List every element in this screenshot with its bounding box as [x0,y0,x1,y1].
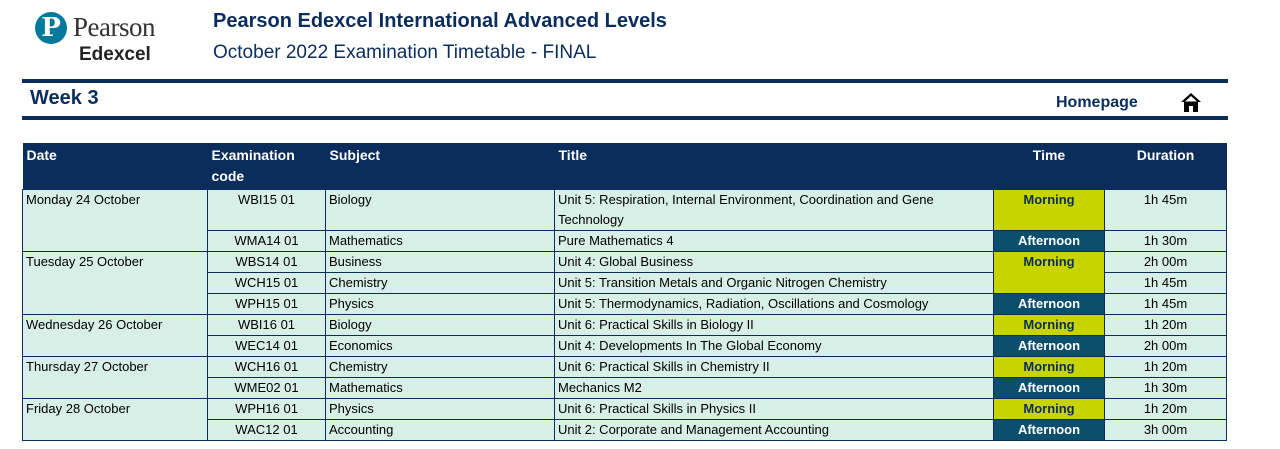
subject-cell: Chemistry [325,356,555,378]
time-cell-morning: Morning [993,356,1105,378]
subject-cell: Biology [325,189,555,231]
title-cell: Unit 2: Corporate and Management Account… [554,419,994,441]
date-cell: Thursday 27 October [22,356,208,399]
exam-code-cell: WME02 01 [207,377,326,399]
time-cell-afternoon: Afternoon [993,335,1105,357]
subject-cell: Mathematics [325,230,555,252]
col-header-time: Time [993,143,1105,190]
exam-code-cell: WBI15 01 [207,189,326,231]
time-cell-afternoon: Afternoon [993,293,1105,315]
col-header-title: Title [554,143,994,190]
date-cell: Friday 28 October [22,398,208,441]
time-cell-morning: Morning [993,189,1105,231]
table-row: Wednesday 26 October WBI16 01 Biology Un… [22,314,1227,357]
duration-cell: 1h 20m [1104,314,1227,336]
col-header-subject: Subject [325,143,555,190]
header-divider-top [22,79,1228,83]
duration-cell: 2h 00m [1104,251,1227,273]
duration-cell: 1h 20m [1104,356,1227,378]
logo-wordmark-edexcel: Edexcel [79,44,151,65]
subject-cell: Biology [325,314,555,336]
subject-cell: Economics [325,335,555,357]
pearson-logo-mark: P [35,12,67,44]
header-divider-bottom [22,116,1228,120]
pearson-edexcel-logo: P Pearson Edexcel [35,8,175,68]
title-cell: Unit 5: Respiration, Internal Environmen… [554,189,994,231]
duration-cell: 2h 00m [1104,335,1227,357]
time-cell-morning: Morning [993,314,1105,336]
table-row: Thursday 27 October WCH16 01 Chemistry U… [22,356,1227,399]
title-cell: Unit 6: Practical Skills in Biology II [554,314,994,336]
exam-code-cell: WAC12 01 [207,419,326,441]
week-heading: Week 3 [30,87,99,109]
duration-cell: 1h 45m [1104,272,1227,294]
exam-code-cell: WCH16 01 [207,356,326,378]
time-cell-morning: Morning [993,251,1105,294]
title-cell: Unit 4: Developments In The Global Econo… [554,335,994,357]
subject-cell: Mathematics [325,377,555,399]
subject-cell: Physics [325,293,555,315]
duration-cell: 1h 30m [1104,230,1227,252]
title-cell: Mechanics M2 [554,377,994,399]
duration-cell: 1h 30m [1104,377,1227,399]
title-cell: Unit 6: Practical Skills in Physics II [554,398,994,420]
date-cell: Monday 24 October [22,189,208,252]
exam-code-cell: WPH16 01 [207,398,326,420]
col-header-duration: Duration [1104,143,1227,190]
date-cell: Wednesday 26 October [22,314,208,357]
col-header-exam-code: Examination code [207,143,326,190]
duration-cell: 3h 00m [1104,419,1227,441]
time-cell-afternoon: Afternoon [993,230,1105,252]
logo-wordmark-pearson: Pearson [73,12,155,42]
subject-cell: Accounting [325,419,555,441]
title-cell: Pure Mathematics 4 [554,230,994,252]
title-cell: Unit 5: Thermodynamics, Radiation, Oscil… [554,293,994,315]
title-cell: Unit 5: Transition Metals and Organic Ni… [554,272,994,294]
table-row: Tuesday 25 October WBS14 01 Business Uni… [22,251,1227,315]
subject-cell: Physics [325,398,555,420]
time-cell-morning: Morning [993,398,1105,420]
document-title: Pearson Edexcel International Advanced L… [213,10,667,32]
exam-code-cell: WEC14 01 [207,335,326,357]
col-header-date: Date [22,143,208,190]
exam-code-cell: WBI16 01 [207,314,326,336]
homepage-link[interactable]: Homepage [1056,94,1138,112]
subject-cell: Chemistry [325,272,555,294]
duration-cell: 1h 20m [1104,398,1227,420]
exam-code-cell: WPH15 01 [207,293,326,315]
title-cell: Unit 4: Global Business [554,251,994,273]
exam-code-cell: WBS14 01 [207,251,326,273]
table-row: Friday 28 October WPH16 01 Physics Unit … [22,398,1227,441]
exam-code-cell: WCH15 01 [207,272,326,294]
exam-timetable: Date Examination code Subject Title Time… [22,143,1227,441]
duration-cell: 1h 45m [1104,189,1227,231]
date-cell: Tuesday 25 October [22,251,208,315]
table-row: Monday 24 October WBI15 01 Biology Unit … [22,189,1227,252]
home-icon[interactable] [1180,92,1202,114]
document-subtitle: October 2022 Examination Timetable - FIN… [213,42,597,63]
title-cell: Unit 6: Practical Skills in Chemistry II [554,356,994,378]
duration-cell: 1h 45m [1104,293,1227,315]
table-header-row: Date Examination code Subject Title Time… [22,143,1227,190]
subject-cell: Business [325,251,555,273]
time-cell-afternoon: Afternoon [993,377,1105,399]
exam-code-cell: WMA14 01 [207,230,326,252]
time-cell-afternoon: Afternoon [993,419,1105,441]
